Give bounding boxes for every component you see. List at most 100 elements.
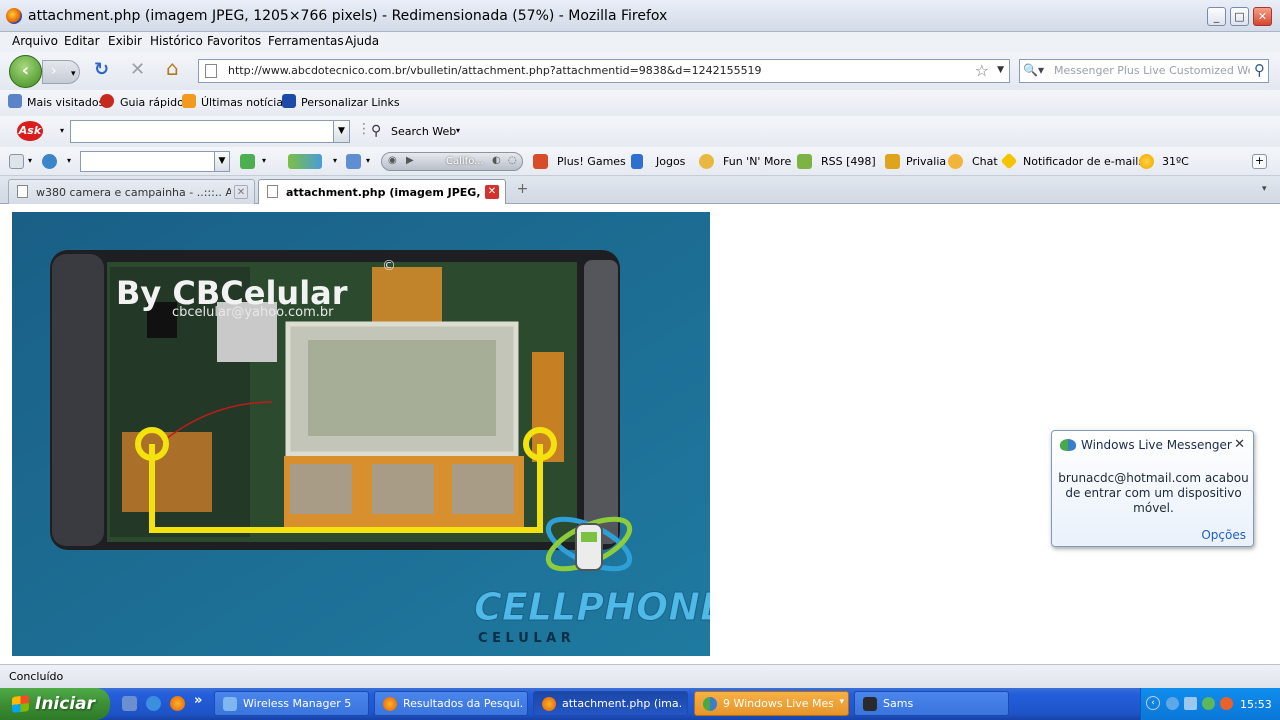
tab-attachment[interactable]: attachment.php (imagem JPEG, ... ✕ — [258, 179, 506, 205]
home-button[interactable]: ⌂ — [166, 58, 179, 78]
stop-button[interactable]: ✕ — [130, 61, 145, 79]
tab-title: w380 camera e campainha - ..:::.. ABC... — [36, 186, 231, 199]
messenger-buddy-icon — [1060, 439, 1076, 451]
task-label: Wireless Manager 5 — [243, 697, 352, 710]
task-resultados-pesquisa[interactable]: Resultados da Pesqui... — [374, 691, 528, 716]
task-sams[interactable]: Sams — [854, 691, 1009, 716]
plus-logo-dropdown-icon[interactable]: ▾ — [67, 156, 71, 165]
toolbar-options-icon[interactable] — [9, 154, 24, 169]
ask-logo-icon[interactable]: Ask — [17, 121, 43, 141]
tray-expand-icon[interactable]: ‹ — [1146, 696, 1160, 710]
reload-button[interactable]: ↻ — [94, 61, 109, 79]
go-arrow-icon[interactable] — [240, 154, 255, 169]
bookmark-ultimas-noticias[interactable]: Últimas notícias — [201, 96, 289, 109]
url-bar[interactable]: http://www.abcdotecnico.com.br/vbulletin… — [198, 59, 1010, 83]
quicklaunch-more-icon[interactable]: » — [194, 693, 202, 708]
messenger-plus-toolbar: ▾ ▾ ▼ ▾ ▾ ▾ ◉ ▶ Califo... ◐ ◌ Plus! Game… — [0, 147, 1280, 176]
maximize-button[interactable]: □ — [1230, 7, 1249, 26]
url-dropdown-icon[interactable]: ▼ — [997, 65, 1004, 75]
url-text: http://www.abcdotecnico.com.br/vbulletin… — [228, 64, 762, 77]
jogos-menu[interactable]: Jogos — [656, 155, 685, 168]
ask-search-input[interactable]: ▼ — [70, 120, 350, 143]
highlight-tools-dropdown-icon[interactable]: ▾ — [333, 156, 337, 165]
toolbar-options-dropdown-icon[interactable]: ▾ — [28, 156, 32, 165]
bookmark-guia-rapido[interactable]: Guia rápido — [120, 96, 184, 109]
menu-ferramentas[interactable]: Ferramentas — [268, 34, 344, 48]
back-button[interactable]: ‹ — [9, 55, 42, 88]
play-radio-icon[interactable]: ▶ — [406, 155, 414, 166]
tab-w380-camera[interactable]: w380 camera e campainha - ..:::.. ABC...… — [8, 179, 255, 204]
radio-mute-icon[interactable]: ◌ — [508, 155, 517, 166]
task-group-dropdown-icon[interactable]: ▾ — [839, 697, 844, 707]
search-placeholder: Messenger Plus Live Customized Web Se — [1054, 64, 1250, 77]
tray-antivirus-icon[interactable] — [1220, 697, 1233, 710]
plus-search-dropdown-icon[interactable]: ▼ — [214, 152, 229, 171]
tray-bluetooth-icon[interactable] — [1184, 697, 1197, 710]
web-search-box[interactable]: 🔍▾ Messenger Plus Live Customized Web Se… — [1019, 59, 1269, 83]
internet-explorer-icon[interactable] — [146, 696, 161, 711]
radio-volume-icon[interactable]: ◐ — [492, 155, 501, 166]
quick-guide-icon — [100, 94, 114, 108]
sams-icon — [863, 697, 877, 711]
search-web-button[interactable]: Search Web — [391, 125, 456, 138]
stop-radio-icon[interactable]: ◉ — [388, 155, 397, 166]
tray-network-icon[interactable] — [1166, 697, 1179, 710]
privalia-link[interactable]: Privalia — [906, 155, 946, 168]
search-engine-icon[interactable]: 🔍▾ — [1023, 63, 1044, 77]
wireless-manager-icon — [223, 697, 237, 711]
new-tab-button[interactable]: + — [511, 181, 534, 201]
close-window-button[interactable]: ✕ — [1253, 7, 1272, 26]
task-wireless-manager[interactable]: Wireless Manager 5 — [214, 691, 369, 716]
minimize-button[interactable]: _ — [1207, 7, 1226, 26]
messenger-notification[interactable]: Windows Live Messenger ✕ brunacdc@hotmai… — [1051, 430, 1254, 547]
task-attachment[interactable]: attachment.php (ima... — [533, 691, 688, 716]
tab-close-icon[interactable]: ✕ — [234, 185, 248, 199]
go-dropdown-icon[interactable]: ▾ — [262, 156, 266, 165]
chat-link[interactable]: Chat — [972, 155, 998, 168]
plus-games-menu[interactable]: Plus! Games — [557, 155, 626, 168]
window-title: attachment.php (imagem JPEG, 1205×766 pi… — [28, 8, 668, 24]
notification-header: Windows Live Messenger — [1060, 438, 1232, 452]
search-web-magnifier-icon: ⚲ — [371, 123, 382, 139]
bookmark-star-icon[interactable]: ☆ — [975, 61, 989, 80]
bookmark-mais-visitados[interactable]: Mais visitados — [27, 96, 104, 109]
firefox-task-icon — [542, 697, 556, 711]
menu-favoritos[interactable]: Favoritos — [207, 34, 261, 48]
highlight-tools-icon[interactable] — [288, 154, 322, 169]
firefox-icon — [6, 8, 22, 24]
menu-editar[interactable]: Editar — [64, 34, 100, 48]
ask-history-dropdown-icon[interactable]: ▼ — [333, 121, 349, 142]
history-dropdown-icon[interactable]: ▾ — [71, 65, 76, 83]
menu-arquivo[interactable]: Arquivo — [12, 34, 58, 48]
menu-ajuda[interactable]: Ajuda — [345, 34, 379, 48]
tv-dropdown-icon[interactable]: ▾ — [366, 156, 370, 165]
radio-player[interactable]: ◉ ▶ Califo... ◐ ◌ — [381, 152, 523, 171]
notification-options-link[interactable]: Opções — [1201, 528, 1246, 542]
task-label: Sams — [883, 697, 914, 710]
task-label: 9 Windows Live Mes... — [723, 697, 833, 710]
watermark-copyright: © — [382, 258, 396, 274]
task-windows-live-messenger[interactable]: 9 Windows Live Mes... ▾ — [694, 691, 849, 716]
plus-logo-icon[interactable] — [42, 154, 57, 169]
plus-search-input[interactable]: ▼ — [80, 151, 230, 172]
tv-icon[interactable] — [346, 154, 361, 169]
tray-messenger-icon[interactable] — [1202, 697, 1215, 710]
add-toolbar-item-icon[interactable]: + — [1252, 154, 1267, 169]
list-all-tabs-icon[interactable]: ▾ — [1262, 184, 1267, 194]
firefox-quicklaunch-icon[interactable] — [170, 696, 185, 711]
notification-close-icon[interactable]: ✕ — [1234, 437, 1245, 452]
menu-historico[interactable]: Histórico — [150, 34, 203, 48]
bookmark-personalizar-links[interactable]: Personalizar Links — [301, 96, 400, 109]
ask-menu-dropdown-icon[interactable]: ▾ — [60, 126, 64, 135]
search-web-dropdown-icon[interactable]: ▾ — [456, 126, 460, 135]
menu-exibir[interactable]: Exibir — [108, 34, 142, 48]
weather-temperature[interactable]: 31ºC — [1162, 155, 1189, 168]
tab-close-icon[interactable]: ✕ — [485, 185, 499, 199]
fun-n-more-menu[interactable]: Fun 'N' More — [723, 155, 791, 168]
toolbar-grip-icon[interactable]: ⋮ — [357, 121, 371, 137]
show-desktop-icon[interactable] — [122, 696, 137, 711]
search-go-icon[interactable]: ⚲ — [1254, 61, 1265, 79]
start-button[interactable]: Iniciar — [0, 688, 110, 720]
rss-menu[interactable]: RSS [498] — [821, 155, 876, 168]
email-notifier-menu[interactable]: Notificador de e-mails — [1023, 155, 1144, 168]
